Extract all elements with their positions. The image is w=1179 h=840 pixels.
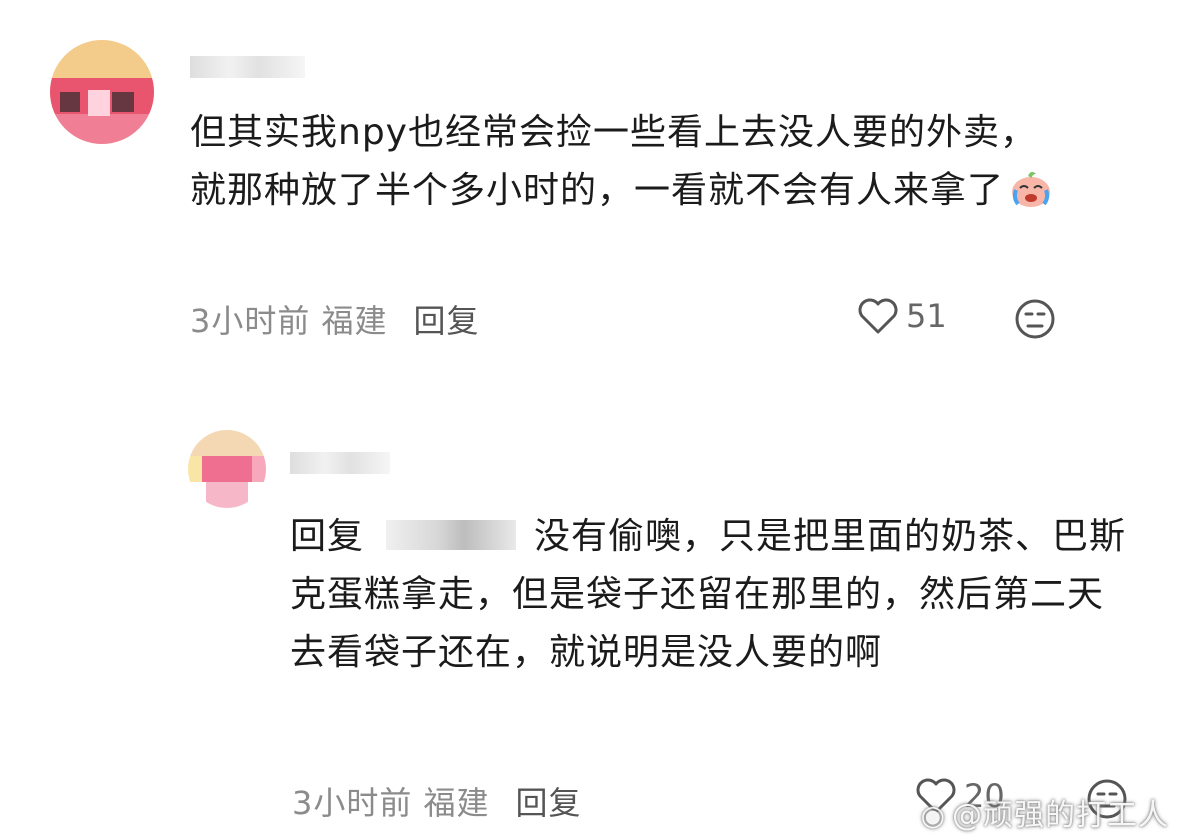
reply-prefix: 回复 <box>290 516 365 557</box>
reply-body: 回复 没有偷噢，只是把里面的奶茶、巴斯克蛋糕拿走，但是袋子还留在那里的，然后第二天… <box>290 508 1130 682</box>
comment-meta: 3小时前 福建 回复 <box>190 296 480 342</box>
neutral-face-icon[interactable] <box>1014 298 1056 340</box>
crying-baby-emoji-icon <box>1012 171 1051 207</box>
comment-thread: 但其实我npy也经常会捡一些看上去没人要的外卖，就那种放了半个多小时的，一看就不… <box>0 0 1179 840</box>
watermark: ◉ @顽强的打工人 <box>921 790 1169 834</box>
comment-body: 但其实我npy也经常会捡一些看上去没人要的外卖，就那种放了半个多小时的，一看就不… <box>190 104 1070 220</box>
reply-avatar[interactable] <box>188 430 266 508</box>
reply-meta: 3小时前 福建 回复 <box>292 778 582 824</box>
reply-username-blurred[interactable] <box>290 452 390 474</box>
comment-text: 但其实我npy也经常会捡一些看上去没人要的外卖，就那种放了半个多小时的，一看就不… <box>190 112 1037 211</box>
reply-time-location: 3小时前 福建 <box>292 784 490 822</box>
reply-button-2[interactable]: 回复 <box>516 784 582 822</box>
heart-outline-icon <box>858 298 898 334</box>
like-button[interactable]: 51 <box>856 296 947 336</box>
avatar[interactable] <box>50 40 154 144</box>
comment-time-location: 3小时前 福建 <box>190 302 388 340</box>
reply-button[interactable]: 回复 <box>414 302 480 340</box>
weibo-logo-icon: ◉ <box>920 799 946 832</box>
mention-blurred[interactable] <box>386 520 517 550</box>
watermark-text: @顽强的打工人 <box>952 798 1169 833</box>
username-blurred[interactable] <box>190 56 305 78</box>
like-count: 51 <box>906 297 947 335</box>
